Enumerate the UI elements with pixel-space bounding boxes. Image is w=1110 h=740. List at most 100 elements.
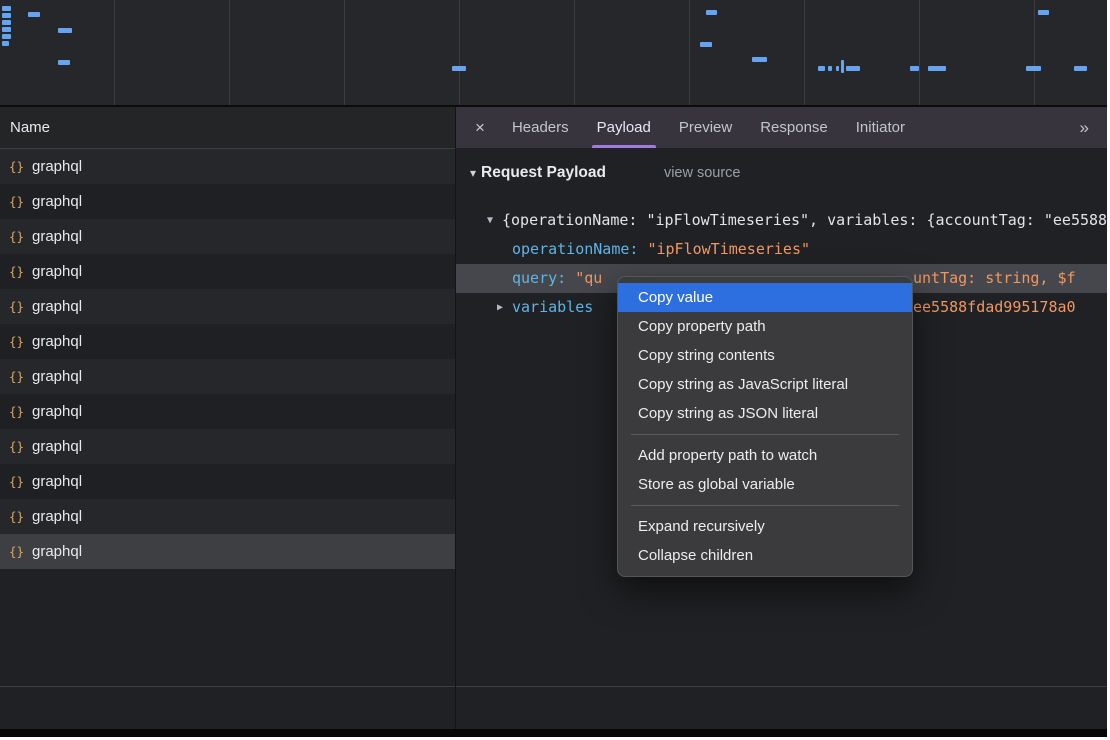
json-icon: {} <box>8 404 25 419</box>
network-request-row[interactable]: {} graphql <box>0 289 455 324</box>
collapse-triangle-icon[interactable]: ▾ <box>470 166 476 180</box>
menu-item-collapse-children[interactable]: Collapse children <box>618 541 912 570</box>
timeline-bar[interactable] <box>1038 10 1049 15</box>
timeline-bar[interactable] <box>846 66 860 71</box>
timeline-bar[interactable] <box>700 42 712 47</box>
request-name: graphql <box>32 263 82 280</box>
json-icon: {} <box>8 369 25 384</box>
json-icon: {} <box>8 509 25 524</box>
request-name: graphql <box>32 368 82 385</box>
property-key: operationName: <box>512 240 647 258</box>
json-icon: {} <box>8 334 25 349</box>
network-request-row[interactable]: {}graphql <box>0 429 455 464</box>
timeline-bar[interactable] <box>2 41 9 46</box>
menu-item-copy-string-contents[interactable]: Copy string contents <box>618 341 912 370</box>
tab-label: Response <box>760 119 828 136</box>
menu-separator <box>631 505 899 506</box>
request-name: graphql <box>32 333 82 350</box>
tree-line-operation-name[interactable]: operationName: "ipFlowTimeseries" <box>456 235 1107 264</box>
tree-root-line[interactable]: ▼ {operationName: "ipFlowTimeseries", va… <box>456 206 1107 235</box>
close-icon[interactable]: × <box>456 118 498 138</box>
timeline-bar[interactable] <box>1074 66 1087 71</box>
network-request-row[interactable]: {} graphql <box>0 394 455 429</box>
json-icon: {} <box>8 474 25 489</box>
tab-label: Preview <box>679 119 732 136</box>
grid-line <box>919 0 920 105</box>
tab-label: Payload <box>597 119 651 136</box>
timeline-bar[interactable] <box>841 60 844 73</box>
timeline-bar[interactable] <box>706 10 717 15</box>
tab-headers[interactable]: Headers <box>498 107 583 148</box>
timeline-bar[interactable] <box>58 28 72 33</box>
tab-preview[interactable]: Preview <box>665 107 746 148</box>
context-menu: Copy valueCopy property pathCopy string … <box>617 276 913 577</box>
tab-payload[interactable]: Payload <box>583 107 665 148</box>
json-icon: {} <box>8 299 25 314</box>
grid-line <box>1034 0 1035 105</box>
menu-item-copy-property-path[interactable]: Copy property path <box>618 312 912 341</box>
tab-response[interactable]: Response <box>746 107 842 148</box>
timeline-bar[interactable] <box>1026 66 1041 71</box>
panel-splitter[interactable] <box>455 107 456 729</box>
view-source-link[interactable]: view source <box>664 165 741 181</box>
network-request-row[interactable]: {} graphql <box>0 499 455 534</box>
grid-line <box>229 0 230 105</box>
window-bottom-edge <box>0 729 1107 737</box>
menu-item-add-property-path-to-watch[interactable]: Add property path to watch <box>618 441 912 470</box>
request-name: graphql <box>32 438 82 455</box>
timeline-bar[interactable] <box>2 13 11 18</box>
tab-label: Headers <box>512 119 569 136</box>
network-request-row[interactable]: {}graphql <box>0 254 455 289</box>
menu-item-copy-string-as-json-literal[interactable]: Copy string as JSON literal <box>618 399 912 428</box>
tabs-overflow[interactable]: » <box>1080 118 1107 138</box>
collapsed-arrow-icon[interactable]: ▶ <box>497 293 503 322</box>
request-payload-section: ▾ Request Payload view source <box>470 164 741 182</box>
request-name: graphql <box>32 298 82 315</box>
json-icon: {} <box>8 159 25 174</box>
timeline-bar[interactable] <box>58 60 70 65</box>
overview-strip[interactable] <box>0 0 1107 107</box>
property-value: "qu <box>575 269 602 287</box>
devtools-window: Name {}graphql{}graphql{}graphql{}graphq… <box>0 0 1107 737</box>
network-request-row[interactable]: {}graphql <box>0 534 455 569</box>
menu-item-copy-string-as-javascript-literal[interactable]: Copy string as JavaScript literal <box>618 370 912 399</box>
menu-item-expand-recursively[interactable]: Expand recursively <box>618 512 912 541</box>
menu-item-copy-value[interactable]: Copy value <box>618 283 912 312</box>
name-column-header[interactable]: Name <box>0 107 455 149</box>
tab-label: Initiator <box>856 119 905 136</box>
timeline-bar[interactable] <box>2 20 11 25</box>
network-request-row[interactable]: {}graphql <box>0 464 455 499</box>
request-name: graphql <box>32 403 82 420</box>
timeline-bar[interactable] <box>928 66 946 71</box>
timeline-bar[interactable] <box>2 27 11 32</box>
detail-tabs: × Headers Payload Preview Response Initiator… <box>456 107 1107 148</box>
timeline-bar[interactable] <box>2 6 11 11</box>
timeline-bar[interactable] <box>2 34 11 39</box>
network-request-row[interactable]: {}graphql <box>0 184 455 219</box>
tab-initiator[interactable]: Initiator <box>842 107 919 148</box>
network-request-row[interactable]: {} graphql <box>0 324 455 359</box>
timeline-bar[interactable] <box>910 66 919 71</box>
timeline-bar[interactable] <box>828 66 832 71</box>
json-icon: {} <box>8 229 25 244</box>
network-request-row[interactable]: {} graphql <box>0 219 455 254</box>
variables-string-fragment: ee5588fdad995178a0 <box>913 293 1076 322</box>
timeline-bar[interactable] <box>28 12 40 17</box>
section-title: Request Payload <box>481 164 606 182</box>
network-request-row[interactable]: {}graphql <box>0 149 455 184</box>
timeline-bar[interactable] <box>452 66 466 71</box>
request-list: {} graphql {} graphql {} graphql {} graphql {} gr… <box>0 149 455 569</box>
menu-item-store-as-global-variable[interactable]: Store as global variable <box>618 470 912 499</box>
request-name: graphql <box>32 228 82 245</box>
network-request-row[interactable]: {} graphql <box>0 359 455 394</box>
timeline-bar[interactable] <box>836 66 839 71</box>
property-value: "ipFlowTimeseries" <box>647 240 810 258</box>
expand-arrow-icon[interactable]: ▼ <box>487 206 493 235</box>
grid-line <box>804 0 805 105</box>
timeline-bar[interactable] <box>818 66 825 71</box>
grid-line <box>689 0 690 105</box>
request-name: graphql <box>32 508 82 525</box>
footer-divider <box>0 686 1107 687</box>
grid-line <box>459 0 460 105</box>
timeline-bar[interactable] <box>752 57 767 62</box>
